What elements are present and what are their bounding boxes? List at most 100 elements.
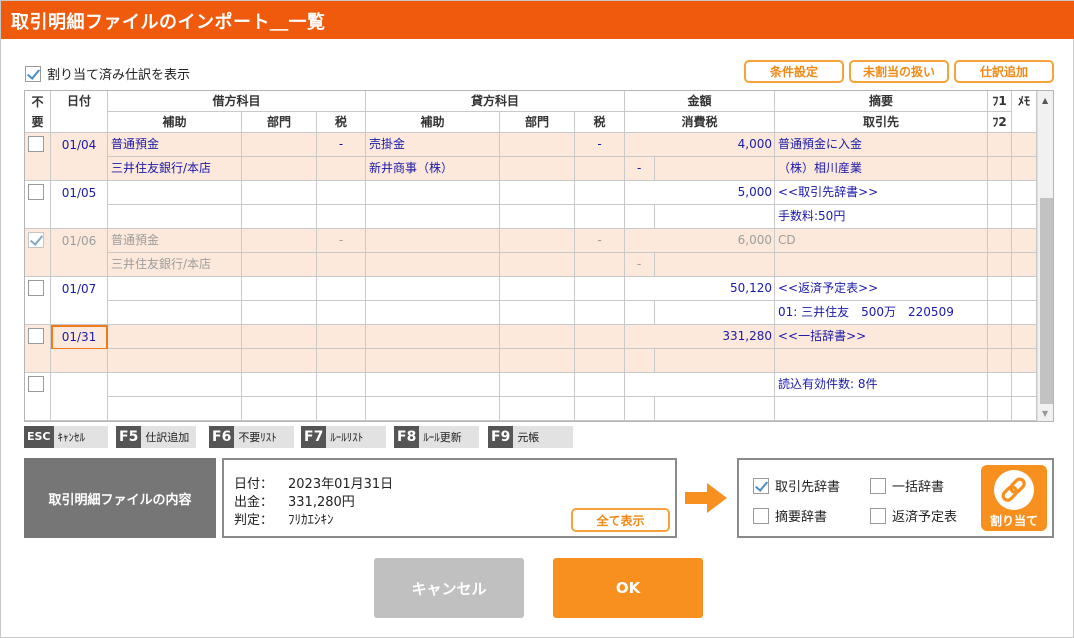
dict-partner-checkbox[interactable] xyxy=(753,477,769,494)
row-tax-amount[interactable] xyxy=(655,397,775,421)
row-debit-sub[interactable] xyxy=(108,397,242,421)
row-debit-dept[interactable] xyxy=(242,277,317,301)
row-credit-account[interactable]: 売掛金 xyxy=(366,133,500,157)
row-credit-account[interactable] xyxy=(366,325,500,349)
row-memo[interactable] xyxy=(1012,277,1037,301)
row-debit-tax[interactable]: - xyxy=(317,133,366,157)
row-credit-dept2[interactable] xyxy=(500,349,575,373)
row-credit-sub[interactable] xyxy=(366,253,500,277)
row-debit-sub[interactable] xyxy=(108,349,242,373)
add-entry-button[interactable]: 仕訳追加 xyxy=(954,60,1054,83)
row-credit-tax2[interactable] xyxy=(575,253,625,277)
row-unneeded-cell[interactable] xyxy=(25,133,51,181)
row-memo2[interactable] xyxy=(1012,205,1037,229)
row-debit-tax2[interactable] xyxy=(317,397,366,421)
row-credit-account[interactable] xyxy=(366,373,500,397)
row-debit-account[interactable] xyxy=(108,325,242,349)
row-debit-sub[interactable] xyxy=(108,301,242,325)
row-partner[interactable]: 01: 三井住友 500万 220509 xyxy=(775,301,988,325)
row-summary[interactable]: <<返済予定表>> xyxy=(775,277,988,301)
unneeded-checkbox[interactable] xyxy=(28,328,44,344)
row-fu2[interactable] xyxy=(988,253,1012,277)
row-tax[interactable] xyxy=(625,301,655,325)
row-credit-tax2[interactable] xyxy=(575,349,625,373)
unneeded-checkbox[interactable] xyxy=(28,232,44,248)
grid-scrollbar[interactable]: ▲ ▼ xyxy=(1037,91,1053,421)
row-unneeded-cell[interactable] xyxy=(25,277,51,325)
row-credit-dept2[interactable] xyxy=(500,301,575,325)
row-fu2[interactable] xyxy=(988,205,1012,229)
row-fu2[interactable] xyxy=(988,157,1012,181)
dict-bulk-checkbox[interactable] xyxy=(870,477,886,494)
row-debit-dept2[interactable] xyxy=(242,301,317,325)
row-amount[interactable]: 5,000 xyxy=(625,181,775,205)
row-debit-dept[interactable] xyxy=(242,133,317,157)
unneeded-checkbox[interactable] xyxy=(28,280,44,296)
row-credit-dept[interactable] xyxy=(500,277,575,301)
show-assigned-checkbox[interactable] xyxy=(25,65,41,82)
row-credit-sub[interactable] xyxy=(366,301,500,325)
row-debit-tax[interactable] xyxy=(317,277,366,301)
row-partner[interactable] xyxy=(775,397,988,421)
row-debit-tax2[interactable] xyxy=(317,157,366,181)
row-credit-sub[interactable]: 新井商事（株） xyxy=(366,157,500,181)
scroll-down-icon[interactable]: ▼ xyxy=(1042,409,1048,418)
row-summary[interactable]: <<取引先辞書>> xyxy=(775,181,988,205)
row-unneeded-cell[interactable] xyxy=(25,181,51,229)
row-credit-dept[interactable] xyxy=(500,133,575,157)
row-credit-tax2[interactable] xyxy=(575,301,625,325)
dict-repayment-checkbox[interactable] xyxy=(870,507,886,524)
ok-button[interactable]: OK xyxy=(553,558,703,618)
row-tax-amount[interactable] xyxy=(655,157,775,181)
row-debit-dept[interactable] xyxy=(242,181,317,205)
row-partner[interactable] xyxy=(775,253,988,277)
row-debit-tax[interactable] xyxy=(317,325,366,349)
row-debit-tax2[interactable] xyxy=(317,205,366,229)
cancel-button[interactable]: キャンセル xyxy=(374,558,524,618)
row-memo2[interactable] xyxy=(1012,301,1037,325)
row-memo[interactable] xyxy=(1012,133,1037,157)
row-memo2[interactable] xyxy=(1012,349,1037,373)
row-summary[interactable]: 普通預金に入金 xyxy=(775,133,988,157)
row-unneeded-cell[interactable] xyxy=(25,373,51,421)
row-credit-tax2[interactable] xyxy=(575,397,625,421)
row-memo2[interactable] xyxy=(1012,397,1037,421)
unneeded-checkbox[interactable] xyxy=(28,136,44,152)
row-amount[interactable]: 4,000 xyxy=(625,133,775,157)
condition-settings-button[interactable]: 条件設定 xyxy=(744,60,844,83)
row-credit-dept2[interactable] xyxy=(500,157,575,181)
row-amount[interactable]: 331,280 xyxy=(625,325,775,349)
row-debit-account[interactable] xyxy=(108,373,242,397)
row-date-cell[interactable]: 01/05 xyxy=(51,181,108,229)
row-debit-dept2[interactable] xyxy=(242,253,317,277)
row-fu2[interactable] xyxy=(988,397,1012,421)
row-summary[interactable]: CD xyxy=(775,229,988,253)
row-fu2[interactable] xyxy=(988,349,1012,373)
row-fu[interactable] xyxy=(988,325,1012,349)
row-debit-dept2[interactable] xyxy=(242,349,317,373)
fkey-f8[interactable]: F8 ﾙｰﾙ更新 xyxy=(394,426,479,448)
row-credit-dept[interactable] xyxy=(500,373,575,397)
row-credit-tax[interactable] xyxy=(575,277,625,301)
row-date-cell[interactable] xyxy=(51,373,108,421)
row-debit-dept2[interactable] xyxy=(242,157,317,181)
row-memo2[interactable] xyxy=(1012,253,1037,277)
row-tax-amount[interactable] xyxy=(655,349,775,373)
row-fu2[interactable] xyxy=(988,301,1012,325)
row-credit-sub[interactable] xyxy=(366,397,500,421)
row-partner[interactable] xyxy=(775,349,988,373)
dict-bulk-option[interactable]: 一括辞書 xyxy=(870,476,944,495)
fkey-esc[interactable]: ESC ｷｬﾝｾﾙ xyxy=(24,426,108,448)
row-amount[interactable] xyxy=(625,373,775,397)
row-credit-dept2[interactable] xyxy=(500,205,575,229)
fkey-f5[interactable]: F5 仕訳追加 xyxy=(116,426,196,448)
row-credit-tax2[interactable] xyxy=(575,157,625,181)
dict-partner-option[interactable]: 取引先辞書 xyxy=(753,476,840,495)
row-date-cell[interactable]: 01/04 xyxy=(51,133,108,181)
row-tax-amount[interactable] xyxy=(655,205,775,229)
dict-summary-checkbox[interactable] xyxy=(753,507,769,524)
row-tax[interactable] xyxy=(625,205,655,229)
dict-repayment-option[interactable]: 返済予定表 xyxy=(870,506,957,525)
unassigned-handling-button[interactable]: 未割当の扱い xyxy=(849,60,949,83)
row-fu[interactable] xyxy=(988,229,1012,253)
